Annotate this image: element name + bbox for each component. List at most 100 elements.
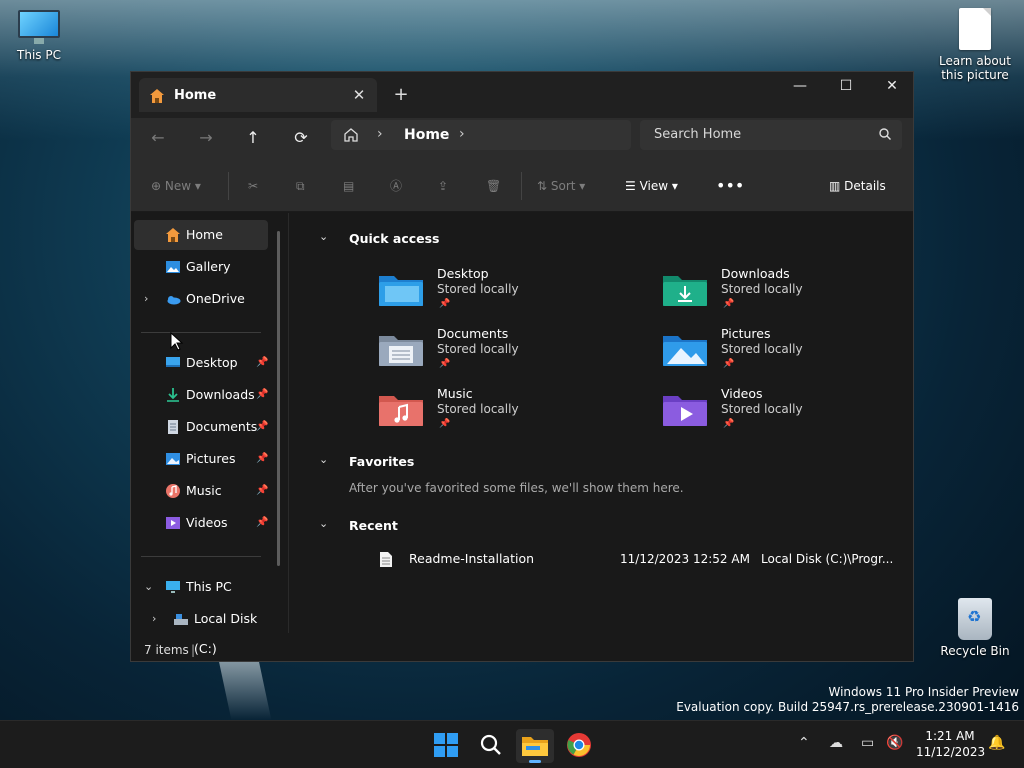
tab-home[interactable]: Home ✕ [139, 78, 377, 112]
status-separator: | [191, 643, 196, 657]
sidebar-item-label: Music [186, 483, 222, 498]
file-location: Local Disk (C:)\Progr... [761, 552, 894, 566]
rename-icon[interactable]: Ⓐ [390, 176, 402, 196]
command-bar: ⊕ New ▾ ✂ ⧉ ▤ Ⓐ ⇪ 🗑 ⇅ Sort ▾ ☰ View ▾ ••… [131, 158, 913, 212]
item-name: Videos [721, 386, 763, 401]
chrome-button[interactable] [562, 729, 596, 761]
sidebar-item-desktop[interactable]: Desktop 📌 [134, 348, 268, 378]
address-bar[interactable]: › Home › [331, 120, 631, 150]
quick-access-header[interactable]: ⌄ Quick access [319, 230, 440, 246]
sidebar-scrollbar[interactable] [277, 231, 280, 566]
active-indicator [529, 760, 541, 763]
quick-access-item-downloads[interactable]: Downloads Stored locally 📌 [663, 266, 903, 322]
download-icon [167, 388, 179, 402]
close-button[interactable]: ✕ [869, 72, 915, 102]
back-button[interactable]: ← [143, 124, 173, 152]
quick-access-item-pictures[interactable]: Pictures Stored locally 📌 [663, 326, 903, 382]
clock[interactable]: 1:21 AM 11/12/2023 [916, 728, 985, 760]
item-name: Downloads [721, 266, 790, 281]
picture-icon [166, 453, 180, 465]
network-icon[interactable]: ▭ [861, 735, 874, 751]
sidebar-item-documents[interactable]: Documents 📌 [134, 412, 268, 442]
item-name: Documents [437, 326, 509, 341]
chevron-down-icon: ⌄ [319, 517, 329, 530]
desktop-icon-this-pc[interactable]: This PC [0, 10, 84, 62]
pane-divider[interactable] [288, 213, 289, 633]
desktop-icon-learn-picture[interactable]: Learn about this picture [930, 8, 1020, 82]
desktop-icon-recycle-bin[interactable]: ♻ Recycle Bin [930, 598, 1020, 658]
pin-icon: 📌 [256, 421, 269, 432]
quick-access-item-videos[interactable]: Videos Stored locally 📌 [663, 386, 903, 442]
copy-icon[interactable]: ⧉ [296, 176, 305, 196]
volume-muted-icon[interactable]: 🔇 [886, 735, 903, 751]
cut-icon[interactable]: ✂ [248, 176, 258, 196]
watermark-line: Evaluation copy. Build 25947.rs_prerelea… [676, 700, 1019, 714]
cloud-offline-icon[interactable]: ☁ [829, 735, 843, 751]
minimize-button[interactable]: — [777, 72, 823, 102]
start-button[interactable] [429, 729, 463, 761]
search-input[interactable]: Search Home [640, 120, 902, 150]
pin-icon: 📌 [256, 389, 269, 400]
chevron-right-icon: › [377, 126, 383, 142]
music-folder-icon [379, 396, 423, 426]
delete-icon[interactable]: 🗑 [486, 176, 501, 196]
sidebar-item-label: Pictures [186, 451, 236, 466]
up-button[interactable]: ↑ [238, 124, 268, 152]
pin-icon: 📌 [439, 419, 451, 429]
sort-button[interactable]: ⇅ Sort ▾ [537, 176, 585, 196]
chevron-down-icon[interactable]: ⌄ [144, 572, 153, 602]
notification-bell-icon[interactable]: 🔔 [988, 735, 1005, 751]
view-button[interactable]: ☰ View ▾ [625, 176, 678, 196]
more-options-icon[interactable]: ••• [716, 176, 744, 196]
sidebar-item-local-disk[interactable]: › Local Disk (C:) [134, 604, 274, 656]
gallery-icon [166, 261, 180, 273]
wallpaper-streak [218, 660, 272, 720]
quick-access-item-documents[interactable]: Documents Stored locally 📌 [379, 326, 619, 382]
sidebar-item-videos[interactable]: Videos 📌 [134, 508, 268, 538]
downloads-folder-icon [663, 276, 707, 306]
search-icon [480, 734, 501, 755]
close-tab-icon[interactable]: ✕ [349, 85, 369, 105]
recent-header[interactable]: ⌄ Recent [319, 517, 398, 533]
quick-access-item-desktop[interactable]: Desktop Stored locally 📌 [379, 266, 619, 322]
sidebar-item-music[interactable]: Music 📌 [134, 476, 268, 506]
paste-icon[interactable]: ▤ [343, 176, 354, 196]
divider [141, 332, 261, 333]
file-explorer-taskbar-button[interactable] [516, 729, 554, 763]
taskbar: ⌃ ☁ ▭ 🔇 1:21 AM 11/12/2023 🔔 [0, 720, 1024, 768]
details-button[interactable]: ▥ Details [829, 176, 886, 196]
sidebar-item-label: Downloads [186, 387, 255, 402]
new-tab-button[interactable]: + [389, 84, 413, 108]
chevron-right-icon[interactable]: › [144, 284, 148, 314]
sidebar-item-pictures[interactable]: Pictures 📌 [134, 444, 268, 474]
video-icon [166, 517, 180, 529]
chevron-right-icon[interactable]: › [152, 604, 156, 634]
sidebar-item-this-pc[interactable]: ⌄ This PC [134, 572, 268, 602]
folder-icon [522, 737, 548, 756]
new-button[interactable]: ⊕ New ▾ [151, 176, 201, 196]
sidebar-item-gallery[interactable]: Gallery [134, 252, 268, 282]
home-icon [150, 89, 164, 103]
text-file-icon [380, 552, 392, 567]
sidebar-item-downloads[interactable]: Downloads 📌 [134, 380, 268, 410]
sidebar-item-home[interactable]: Home [134, 220, 268, 250]
breadcrumb-home[interactable]: Home [404, 127, 449, 143]
recent-file-row[interactable]: Readme-Installation 11/12/2023 12:52 AM … [379, 548, 899, 570]
refresh-button[interactable]: ⟳ [286, 124, 316, 152]
search-button[interactable] [474, 729, 508, 761]
divider [228, 172, 229, 200]
sidebar-item-label: Home [186, 227, 223, 242]
divider [141, 556, 261, 557]
share-icon[interactable]: ⇪ [438, 176, 448, 196]
sort-label: Sort [550, 179, 576, 193]
plus-circle-icon: ⊕ [151, 179, 165, 193]
quick-access-item-music[interactable]: Music Stored locally 📌 [379, 386, 619, 442]
mouse-cursor-icon [170, 332, 184, 351]
sidebar-item-onedrive[interactable]: › OneDrive [134, 284, 268, 314]
favorites-header[interactable]: ⌄ Favorites [319, 453, 414, 469]
chevron-right-icon[interactable]: › [459, 126, 465, 142]
desktop-icon [166, 357, 180, 367]
maximize-button[interactable]: ☐ [823, 72, 869, 102]
show-hidden-icons-chevron-icon[interactable]: ⌃ [798, 735, 810, 751]
forward-button[interactable]: → [191, 124, 221, 152]
